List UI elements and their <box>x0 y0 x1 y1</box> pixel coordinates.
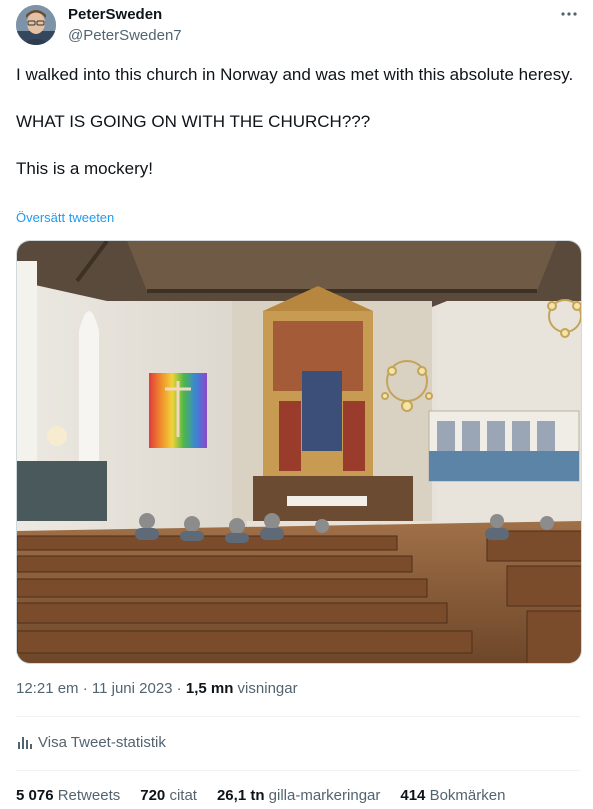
meta-separator: · <box>78 680 92 697</box>
likes-count[interactable]: 26,1 tn gilla-markeringar <box>217 787 380 804</box>
view-tweet-analytics-link[interactable]: Visa Tweet-statistik <box>16 733 166 751</box>
bar-chart-icon <box>18 737 32 749</box>
author-names: PeterSweden @PeterSweden7 <box>68 6 182 46</box>
count-value: 5 076 <box>16 787 54 804</box>
more-horizontal-icon[interactable] <box>559 4 579 24</box>
tweet-paragraph-1: I walked into this church in Norway and … <box>16 65 574 84</box>
count-label: citat <box>165 787 197 804</box>
author-display-name[interactable]: PeterSweden <box>68 6 182 24</box>
count-label: Bokmärken <box>425 787 506 804</box>
tweet-card: PeterSweden @PeterSweden7 I walked into … <box>0 0 593 809</box>
tweet-text: I walked into this church in Norway and … <box>16 63 576 181</box>
retweets-count[interactable]: 5 076 Retweets <box>16 787 120 804</box>
tweet-paragraph-2: WHAT IS GOING ON WITH THE CHURCH??? <box>16 112 371 131</box>
count-value: 414 <box>400 787 426 804</box>
divider <box>16 716 580 717</box>
tweet-date[interactable]: 11 juni 2023 <box>92 680 173 697</box>
count-label: gilla-markeringar <box>264 787 381 804</box>
tweet-meta: 12:21 em · 11 juni 2023 · 1,5 mn visning… <box>16 680 298 697</box>
views-count: 1,5 mn <box>185 680 234 697</box>
analytics-label: Visa Tweet-statistik <box>38 733 166 751</box>
engagement-counts: 5 076 Retweets 720 citat 26,1 tn gilla-m… <box>16 787 525 804</box>
quotes-count[interactable]: 720 citat <box>140 787 197 804</box>
meta-separator: · <box>172 680 186 697</box>
tweet-paragraph-3: This is a mockery! <box>16 159 153 178</box>
avatar-image <box>16 5 56 45</box>
author-avatar[interactable] <box>16 5 56 45</box>
views-label: visningar <box>233 680 298 697</box>
translate-tweet-link[interactable]: Översätt tweeten <box>16 210 114 225</box>
tweet-photo[interactable] <box>16 240 582 664</box>
count-label: Retweets <box>53 787 121 804</box>
count-value: 26,1 tn <box>216 787 265 804</box>
tweet-time[interactable]: 12:21 em <box>16 680 79 697</box>
author-handle[interactable]: @PeterSweden7 <box>68 26 182 46</box>
count-value: 720 <box>140 787 166 804</box>
divider <box>16 770 580 771</box>
bookmarks-count[interactable]: 414 Bokmärken <box>400 787 505 804</box>
